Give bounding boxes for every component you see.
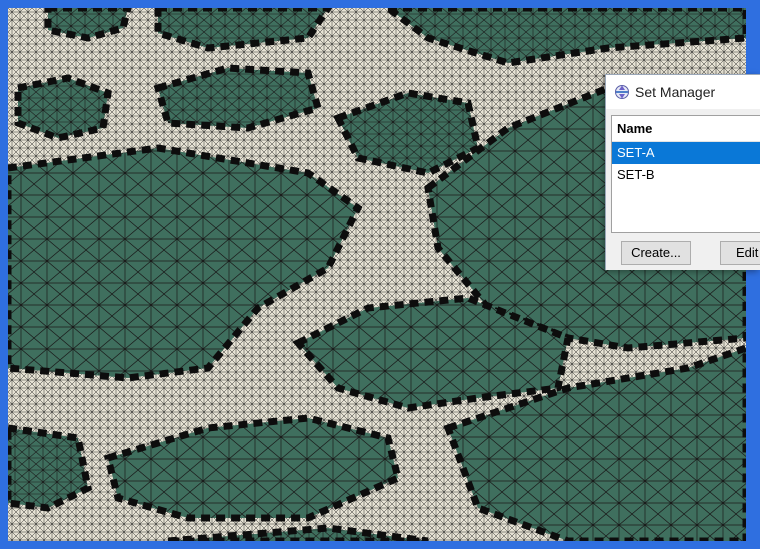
list-item-set-b[interactable]: SET-B xyxy=(612,164,760,186)
list-item-set-a[interactable]: SET-A xyxy=(612,142,760,164)
set-list[interactable]: Name SET-A SET-B xyxy=(611,115,760,233)
set-manager-dialog[interactable]: Set Manager Name SET-A SET-B Create... E… xyxy=(605,74,760,270)
dialog-title: Set Manager xyxy=(635,84,716,100)
create-button[interactable]: Create... xyxy=(621,241,691,265)
name-column-header[interactable]: Name xyxy=(612,116,760,142)
edit-button[interactable]: Edit xyxy=(720,241,760,265)
set-manager-icon xyxy=(615,85,629,99)
dialog-titlebar[interactable]: Set Manager xyxy=(606,75,760,109)
